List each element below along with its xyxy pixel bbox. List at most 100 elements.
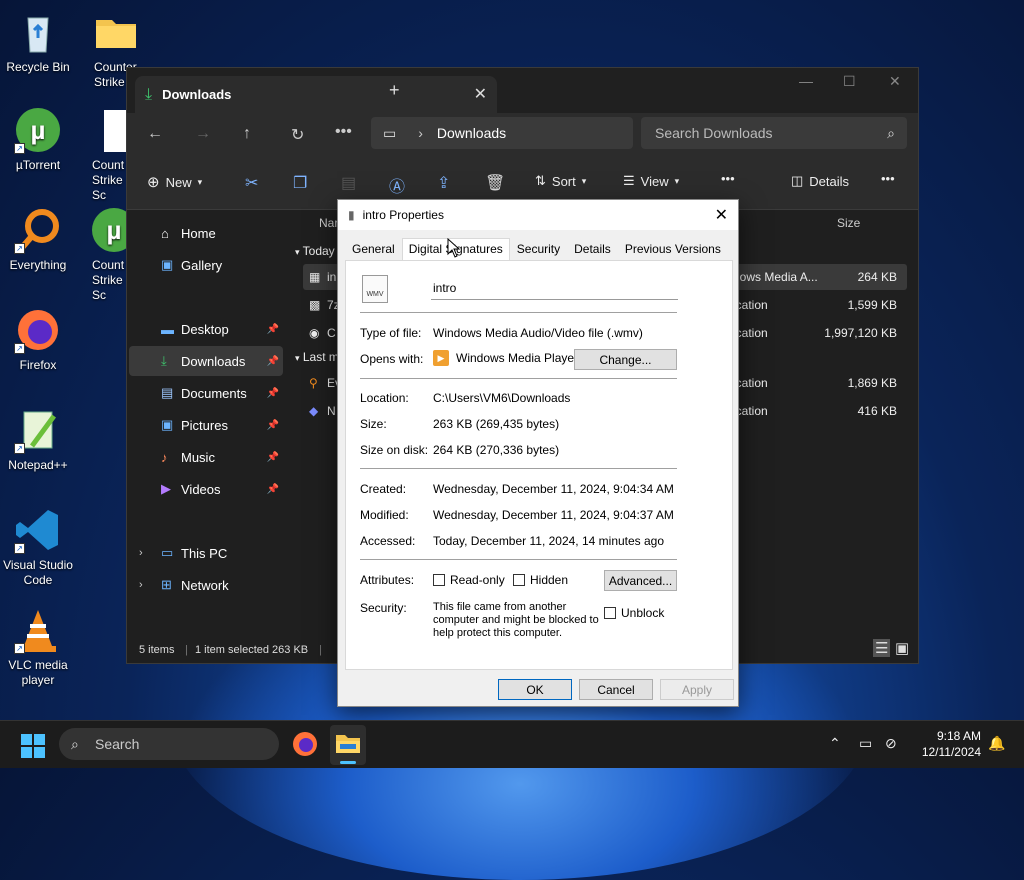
tab-details[interactable]: Details — [567, 238, 618, 260]
sidebar-item-home[interactable]: ⌂ Home — [129, 218, 283, 248]
dialog-title-bar: ▮ intro Properties ✕ — [338, 200, 738, 230]
notepadpp-icon: ↗ — [14, 406, 62, 454]
opens-value: Windows Media Player — [456, 351, 579, 365]
cut-icon[interactable]: ✂ — [245, 173, 258, 193]
refresh-icon[interactable]: ↻ — [291, 125, 304, 145]
sidebar-item-pictures[interactable]: ▣ Pictures 📌 — [129, 410, 283, 440]
document-icon: ▤ — [161, 385, 174, 400]
sort-button[interactable]: ⇅ Sort ▾ — [535, 173, 586, 189]
opens-label: Opens with: — [360, 352, 424, 366]
details-button[interactable]: ◫ Details — [791, 173, 849, 189]
chevron-right-icon: › — [139, 547, 143, 559]
up-icon[interactable]: ↑ — [243, 125, 251, 143]
windows-start-icon[interactable] — [21, 734, 45, 758]
apply-button[interactable]: Apply — [660, 679, 734, 700]
new-button[interactable]: ⊕ New ▾ — [147, 173, 202, 191]
tab-general[interactable]: General — [345, 238, 402, 260]
cancel-button[interactable]: Cancel — [579, 679, 653, 700]
shortcut-arrow-icon: ↗ — [14, 643, 25, 654]
tab-security[interactable]: Security — [510, 238, 567, 260]
column-header-name[interactable]: Nar — [319, 216, 338, 230]
shortcut-arrow-icon: ↗ — [14, 143, 25, 154]
close-tab-icon[interactable]: ✕ — [474, 84, 487, 104]
column-header-size[interactable]: Size — [837, 216, 860, 230]
chevron-up-icon[interactable]: ⌃ — [829, 735, 841, 752]
pin-icon: 📌 — [266, 451, 279, 463]
view-button[interactable]: ☰ View ▾ — [623, 173, 679, 189]
desktop-icon-everything[interactable]: ↗ Everything — [0, 206, 76, 273]
pin-icon: 📌 — [266, 483, 279, 495]
sidebar-item-this-pc[interactable]: › ▭ This PC — [129, 538, 283, 568]
checkbox-box — [433, 574, 445, 586]
new-tab-icon[interactable]: + — [389, 80, 400, 101]
tab-previous-versions[interactable]: Previous Versions — [618, 238, 728, 260]
overflow-menu-icon[interactable]: ••• — [881, 171, 895, 186]
tab-downloads[interactable]: ⤓ Downloads ✕ — [135, 76, 497, 113]
more-nav-icon[interactable]: ••• — [335, 123, 352, 141]
search-icon: ⌕ — [887, 124, 895, 141]
sidebar-item-documents[interactable]: ▤ Documents 📌 — [129, 378, 283, 408]
share-icon[interactable]: ⇪ — [437, 173, 450, 193]
address-box[interactable]: ▭ › Downloads — [371, 117, 633, 149]
desktop-icon-utorrent[interactable]: µ ↗ µTorrent — [0, 106, 76, 173]
view-icon: ☰ — [623, 173, 635, 188]
notification-bell-icon[interactable]: 🔔 — [988, 735, 1005, 752]
active-indicator — [340, 761, 356, 764]
size-on-disk-label: Size on disk: — [360, 443, 429, 457]
unblock-checkbox[interactable]: Unblock — [604, 606, 664, 620]
desktop-icon-vlc[interactable]: ↗ VLC media player — [0, 606, 76, 688]
more-options-icon[interactable]: ••• — [721, 171, 735, 186]
media-player-icon: ▶ — [433, 350, 449, 366]
readonly-checkbox[interactable]: Read-only — [433, 573, 505, 587]
filename-input[interactable]: intro — [431, 278, 678, 300]
group-header-last[interactable]: ▾ Last m — [295, 350, 339, 364]
desktop-icon-recycle-bin[interactable]: Recycle Bin — [0, 8, 76, 75]
sidebar-item-gallery[interactable]: ▣ Gallery — [129, 250, 283, 280]
advanced-button[interactable]: Advanced... — [604, 570, 677, 591]
group-header-today[interactable]: ▾ Today — [295, 244, 335, 258]
chevron-down-icon: ▾ — [197, 176, 203, 187]
clock[interactable]: 9:18 AM 12/11/2024 — [915, 728, 981, 760]
desktop-icon-firefox[interactable]: ↗ Firefox — [0, 306, 76, 373]
close-window-icon[interactable]: ✕ — [889, 73, 901, 90]
file-explorer-taskbar-button[interactable] — [330, 725, 366, 765]
maximize-icon[interactable]: ☐ — [843, 73, 856, 90]
sidebar-item-downloads[interactable]: ⤓ Downloads 📌 — [129, 346, 283, 376]
pin-icon: 📌 — [266, 355, 279, 367]
created-value: Wednesday, December 11, 2024, 9:04:34 AM — [433, 482, 674, 496]
music-icon: ♪ — [161, 449, 168, 465]
minimize-icon[interactable]: — — [799, 73, 813, 89]
status-divider: | — [185, 644, 188, 656]
delete-icon[interactable]: 🗑 — [485, 173, 505, 193]
display-icon[interactable]: ▭ — [859, 735, 872, 752]
tab-label: Downloads — [162, 87, 232, 102]
details-view-icon[interactable]: ☰ — [873, 639, 891, 657]
rename-icon[interactable]: Ⓐ — [389, 173, 405, 197]
dialog-tabs: General Digital Signatures Security Deta… — [345, 238, 728, 261]
monitor-icon: ▭ — [383, 124, 397, 141]
copy-icon[interactable]: ❐ — [293, 173, 307, 193]
search-input[interactable]: Search Downloads ⌕ — [641, 117, 907, 149]
videos-icon: ▶ — [161, 481, 171, 496]
change-button[interactable]: Change... — [574, 349, 677, 370]
volume-muted-icon[interactable]: ⊘ — [885, 735, 897, 752]
svg-text:µ: µ — [107, 215, 122, 245]
sidebar-item-videos[interactable]: ▶ Videos 📌 — [129, 474, 283, 504]
back-icon[interactable]: ← — [147, 125, 163, 143]
sidebar-item-desktop[interactable]: ▬ Desktop 📌 — [129, 314, 283, 344]
sidebar-item-music[interactable]: ♪ Music 📌 — [129, 442, 283, 472]
shortcut-arrow-icon: ↗ — [14, 543, 25, 554]
desktop-icon-notepadpp[interactable]: ↗ Notepad++ — [0, 406, 76, 473]
desktop-icon-vscode[interactable]: ↗ Visual Studio Code — [0, 506, 76, 588]
hidden-checkbox[interactable]: Hidden — [513, 573, 568, 587]
close-icon[interactable]: ✕ — [715, 205, 728, 225]
forward-icon[interactable]: → — [195, 125, 211, 143]
tiles-view-icon[interactable]: ▣ — [895, 639, 909, 657]
firefox-taskbar-icon[interactable] — [292, 731, 318, 757]
breadcrumb-downloads[interactable]: Downloads — [437, 125, 506, 141]
sidebar-item-network[interactable]: › ⊞ Network — [129, 570, 283, 600]
ok-button[interactable]: OK — [498, 679, 572, 700]
paste-icon[interactable]: ▤ — [341, 173, 356, 193]
taskbar-search[interactable]: ⌕ Search — [59, 728, 279, 760]
divider — [360, 468, 677, 469]
